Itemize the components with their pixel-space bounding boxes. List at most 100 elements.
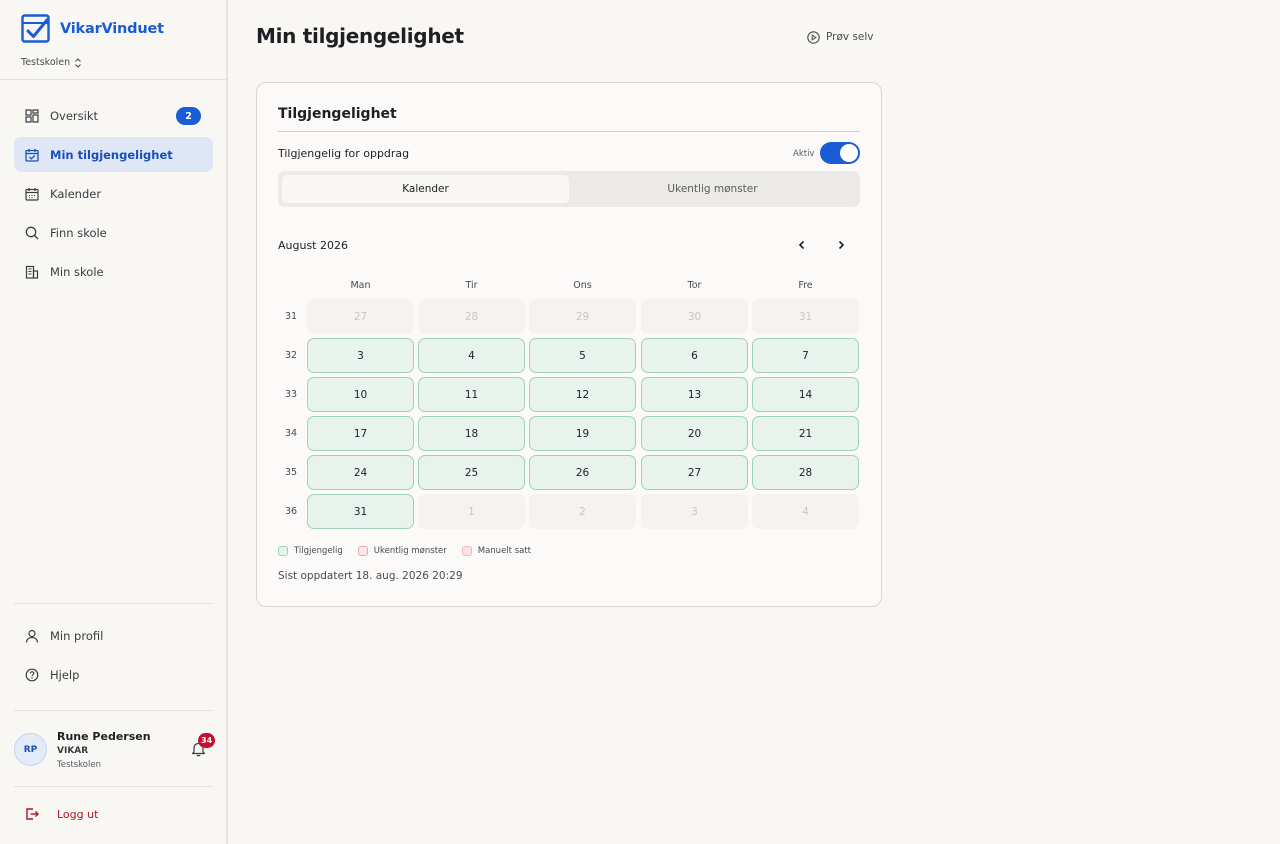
toggle-status: Aktiv <box>793 149 815 159</box>
previous-month-button[interactable] <box>793 236 811 254</box>
toggle-knob <box>840 144 858 162</box>
calendar-day-available[interactable]: 18 <box>418 416 525 451</box>
weekday-header: Tir <box>465 280 478 291</box>
calendar-day-outside-month: 27 <box>307 299 414 334</box>
legend: Tilgjengelig Ukentlig mønster Manuelt sa… <box>278 546 546 556</box>
legend-item-weekly-pattern: Ukentlig mønster <box>357 546 447 556</box>
user-icon <box>25 629 39 643</box>
calendar-day-available[interactable]: 27 <box>641 455 748 490</box>
main-nav: Oversikt 2 Min tilgjengelighet Kalender … <box>14 98 213 293</box>
try-yourself-button[interactable]: Prøv selv <box>807 29 874 45</box>
sidebar-item-label: Min tilgjengelighet <box>50 147 173 162</box>
calendar-day-available[interactable]: 21 <box>752 416 859 451</box>
calendar-day-available[interactable]: 5 <box>529 338 636 373</box>
month-label: August 2026 <box>278 239 348 252</box>
calendar-day-available[interactable]: 4 <box>418 338 525 373</box>
legend-label: Ukentlig mønster <box>373 546 447 556</box>
calendar-day-outside-month: 1 <box>418 494 525 529</box>
brand-name: VikarVinduet <box>60 20 164 37</box>
calendar-day-available[interactable]: 12 <box>529 377 636 412</box>
weekday-header: Ons <box>573 280 592 291</box>
week-number: 31 <box>284 311 298 322</box>
legend-label: Manuelt satt <box>477 546 531 556</box>
sidebar-item-min-tilgjengelighet[interactable]: Min tilgjengelighet <box>14 137 213 172</box>
tab-kalender[interactable]: Kalender <box>282 175 569 203</box>
sidebar-item-label: Min profil <box>50 628 104 643</box>
legend-swatch <box>461 546 472 556</box>
logo-icon <box>21 14 50 43</box>
grid-icon <box>25 108 39 123</box>
search-icon <box>25 226 39 239</box>
calendar-day-available[interactable]: 10 <box>307 377 414 412</box>
sidebar-item-kalender[interactable]: Kalender <box>14 176 213 211</box>
secondary-nav: Min profil Hjelp <box>14 618 213 696</box>
calendar-check-icon <box>25 148 39 162</box>
calendar-day-available[interactable]: 31 <box>307 494 414 529</box>
weekday-header: Fre <box>798 280 813 291</box>
sidebar-item-label: Finn skole <box>50 225 107 240</box>
legend-swatch <box>278 546 288 556</box>
divider <box>14 603 213 604</box>
calendar-day-available[interactable]: 25 <box>418 455 525 490</box>
calendar-day-available[interactable]: 20 <box>641 416 748 451</box>
tab-ukentlig-monster[interactable]: Ukentlig mønster <box>569 175 856 203</box>
calendar-day-outside-month: 30 <box>641 299 748 334</box>
calendar-day-available[interactable]: 6 <box>641 338 748 373</box>
logout-button[interactable]: Logg ut <box>14 798 213 830</box>
sidebar-item-min-profil[interactable]: Min profil <box>14 618 213 653</box>
school-selector[interactable]: Testskolen <box>21 57 82 68</box>
notification-count-badge: 34 <box>198 733 216 748</box>
try-yourself-label: Prøv selv <box>826 31 874 43</box>
calendar-day-outside-month: 29 <box>529 299 636 334</box>
calendar-day-available[interactable]: 17 <box>307 416 414 451</box>
availability-card: Tilgjengelighet Tilgjengelig for oppdrag… <box>256 82 882 607</box>
next-month-button[interactable] <box>832 236 850 254</box>
calendar-day-available[interactable]: 7 <box>752 338 859 373</box>
calendar-day-available[interactable]: 11 <box>418 377 525 412</box>
legend-label: Tilgjengelig <box>294 546 343 556</box>
divider <box>14 786 213 787</box>
calendar-icon <box>25 187 39 201</box>
weekday-header: Tor <box>687 280 702 291</box>
sidebar-item-label: Min skole <box>50 264 104 279</box>
week-number: 36 <box>284 506 298 517</box>
sidebar-item-label: Hjelp <box>50 667 80 682</box>
sidebar-item-oversikt[interactable]: Oversikt 2 <box>14 98 213 133</box>
sidebar-item-label: Oversikt <box>50 108 99 123</box>
page-title: Min tilgjengelighet <box>256 24 464 48</box>
calendar-day-available[interactable]: 24 <box>307 455 414 490</box>
calendar-day-available[interactable]: 28 <box>752 455 859 490</box>
available-for-assignment-label: Tilgjengelig for oppdrag <box>278 147 410 160</box>
sidebar-item-finn-skole[interactable]: Finn skole <box>14 215 213 250</box>
sidebar-item-min-skole[interactable]: Min skole <box>14 254 213 289</box>
week-number: 35 <box>284 467 298 478</box>
week-number: 33 <box>284 389 298 400</box>
divider <box>0 79 226 80</box>
availability-toggle[interactable] <box>820 142 860 164</box>
user-card: RP Rune Pedersen VIKAR Testskolen 34 <box>14 730 219 775</box>
calendar-day-outside-month: 28 <box>418 299 525 334</box>
view-tabs: Kalender Ukentlig mønster <box>278 171 860 207</box>
notification-badge: 2 <box>176 107 201 125</box>
chevron-left-icon <box>798 240 805 250</box>
calendar-day-outside-month: 31 <box>752 299 859 334</box>
legend-swatch <box>357 546 368 556</box>
calendar-day-outside-month: 3 <box>641 494 748 529</box>
brand[interactable]: VikarVinduet <box>21 14 164 43</box>
week-number: 34 <box>284 428 298 439</box>
chevron-up-down-icon <box>75 57 82 68</box>
school-selector-value: Testskolen <box>21 57 71 68</box>
avatar[interactable]: RP <box>14 733 47 766</box>
calendar-day-available[interactable]: 14 <box>752 377 859 412</box>
calendar-day-available[interactable]: 3 <box>307 338 414 373</box>
calendar-day-available[interactable]: 19 <box>529 416 636 451</box>
last-updated: Sist oppdatert 18. aug. 2026 20:29 <box>278 570 463 582</box>
legend-item-available: Tilgjengelig <box>278 546 343 556</box>
calendar-day-available[interactable]: 26 <box>529 455 636 490</box>
divider <box>278 131 860 132</box>
week-number: 32 <box>284 350 298 361</box>
legend-item-manually-set: Manuelt satt <box>461 546 531 556</box>
sidebar-item-hjelp[interactable]: Hjelp <box>14 657 213 692</box>
calendar-day-available[interactable]: 13 <box>641 377 748 412</box>
help-icon <box>25 668 39 681</box>
